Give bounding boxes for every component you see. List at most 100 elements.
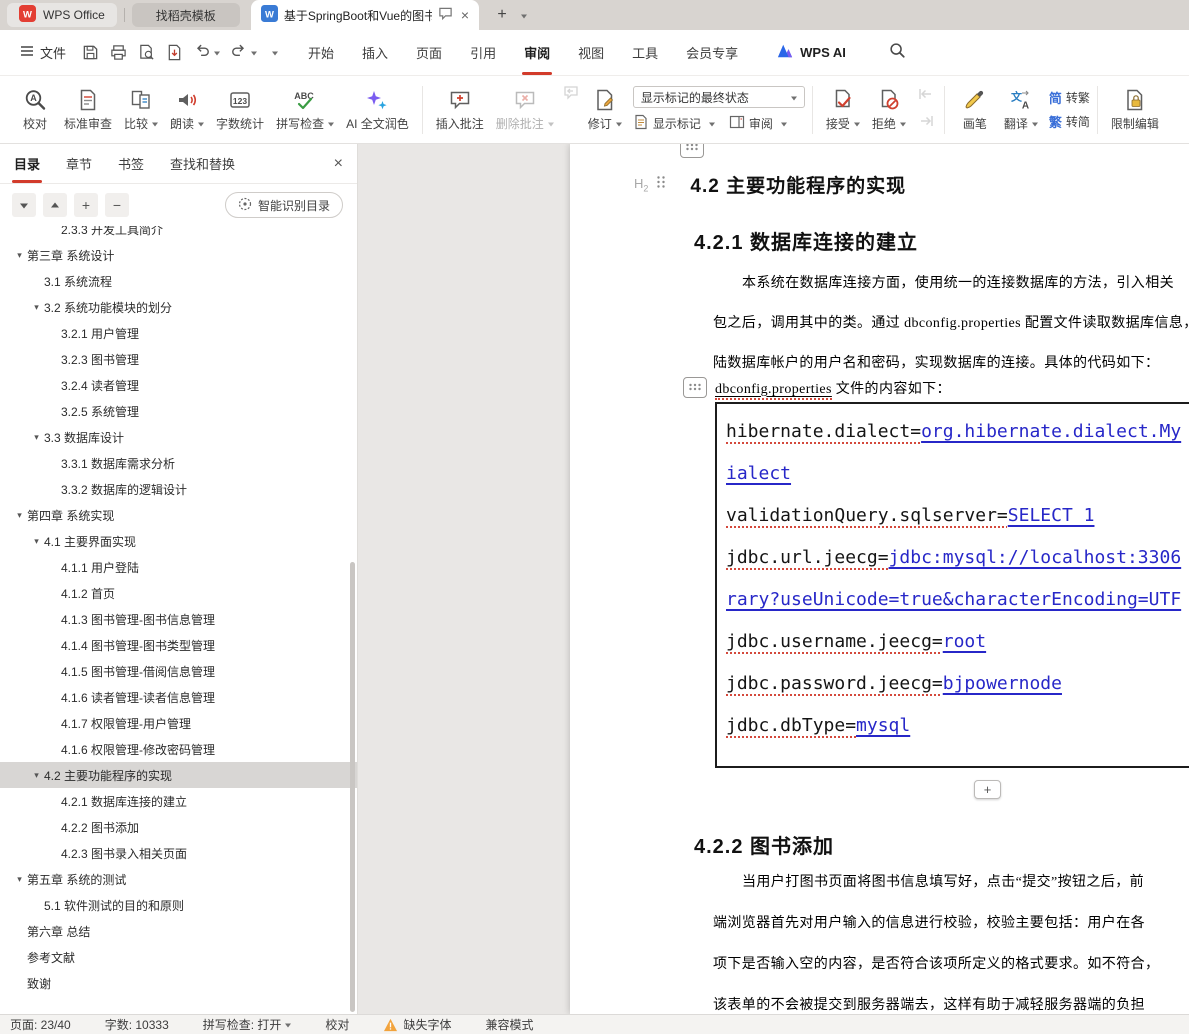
outline-item[interactable]: ▾ 4.1 主要界面实现 [0,528,357,554]
restrict-editing-button[interactable]: 限制编辑 [1105,85,1165,135]
to-traditional-button[interactable]: 简 转繁 [1049,88,1090,107]
reject-change-button[interactable]: 拒绝 [866,85,912,135]
document-page[interactable]: H2 4.2 主要功能程序的实现 4.2.1 数据库连接的建立 本系统在数据库连… [570,144,1189,1014]
compatibility-mode-indicator[interactable]: 兼容模式 [485,1016,533,1033]
add-block-button[interactable]: + [974,780,1001,799]
word-count-indicator[interactable]: 字数: 10333 [105,1016,169,1033]
expand-all-button[interactable] [43,193,67,217]
menu-tab-引用[interactable]: 引用 [456,30,510,75]
document-tab[interactable]: W 基于SpringBoot和Vue的图书管理系统 × [250,0,479,30]
outline-item[interactable]: 3.3.1 数据库需求分析 [0,450,357,476]
expand-arrow-icon[interactable]: ▾ [29,770,44,781]
export-pdf-icon[interactable] [166,44,183,61]
page-indicator[interactable]: 页面: 23/40 [10,1016,71,1033]
save-icon[interactable] [82,44,99,61]
outline-item[interactable]: 2.3.3 开发工具简介 [0,226,357,242]
zoom-out-outline-button[interactable]: − [105,193,129,217]
outline-item[interactable]: 4.1.2 首页 [0,580,357,606]
close-sidebar-icon[interactable]: × [334,155,343,173]
outline-item[interactable]: 4.1.4 图书管理-图书类型管理 [0,632,357,658]
docer-template-tab[interactable]: 找稻壳模板 [131,3,240,27]
redo-button[interactable] [231,42,258,63]
outline-item[interactable]: 3.1 系统流程 [0,268,357,294]
wps-ai-button[interactable]: WPS AI [776,43,846,62]
code-link-text[interactable]: jdbc:mysql://localhost:3306 [889,547,1182,568]
spell-check-button[interactable]: ABC 拼写检查 [270,85,340,135]
next-change-button[interactable] [915,112,937,134]
block-drag-handle[interactable] [680,144,704,158]
spell-check-status[interactable]: 拼写检查: 打开 [203,1016,292,1033]
undo-button[interactable] [194,42,221,63]
sidebar-scrollbar[interactable] [350,562,355,1012]
wps-office-home-tab[interactable]: W WPS Office [7,3,117,27]
pen-button[interactable]: 画笔 [952,85,998,135]
outline-item[interactable]: ▾ 第三章 系统设计 [0,242,357,268]
file-menu-button[interactable]: 文件 [14,43,72,62]
outline-item[interactable]: ▾ 4.2 主要功能程序的实现 [0,762,357,788]
close-tab-icon[interactable]: × [461,7,469,23]
proofread-button[interactable]: A 校对 [12,85,58,135]
compare-button[interactable]: 比较 [118,85,164,135]
outline-item[interactable]: 4.1.5 图书管理-借阅信息管理 [0,658,357,684]
new-tab-button[interactable]: + [491,6,513,24]
outline-item[interactable]: 参考文献 [0,944,357,970]
previous-change-button[interactable] [915,85,937,107]
expand-arrow-icon[interactable]: ▾ [12,874,27,885]
track-changes-button[interactable]: 修订 [582,85,628,135]
show-markup-button[interactable]: 显示标记 [633,114,715,133]
display-markup-state-select[interactable]: 显示标记的最终状态 [632,86,805,108]
outline-item[interactable]: 致谢 [0,970,357,996]
accept-change-button[interactable]: 接受 [820,85,866,135]
outline-item[interactable]: 4.2.2 图书添加 [0,814,357,840]
proofread-status[interactable]: 校对 [325,1016,349,1033]
missing-font-warning[interactable]: 缺失字体 [383,1016,451,1033]
collapse-all-button[interactable] [12,193,36,217]
code-link-text[interactable]: root [943,631,986,652]
menu-tab-开始[interactable]: 开始 [294,30,348,75]
outline-item[interactable]: 4.1.6 读者管理-读者信息管理 [0,684,357,710]
code-link-text[interactable]: SELECT 1 [1008,505,1095,526]
expand-arrow-icon[interactable]: ▾ [29,536,44,547]
menu-tab-插入[interactable]: 插入 [348,30,402,75]
outline-item[interactable]: 第六章 总结 [0,918,357,944]
outline-item[interactable]: 3.2.3 图书管理 [0,346,357,372]
code-link-text[interactable]: rary?useUnicode=true&characterEncoding=U… [726,589,1181,610]
menu-tab-工具[interactable]: 工具 [618,30,672,75]
outline-item[interactable]: 3.2.5 系统管理 [0,398,357,424]
comment-bubble-icon[interactable] [438,6,453,24]
code-link-text[interactable]: ialect [726,463,791,484]
previous-comment-button[interactable] [560,84,582,106]
ai-polish-button[interactable]: AI 全文润色 [340,85,415,135]
outline-item[interactable]: 5.1 软件测试的目的和原则 [0,892,357,918]
insert-comment-button[interactable]: 插入批注 [430,85,490,135]
sidebar-tab-目录[interactable]: 目录 [11,144,43,183]
code-link-text[interactable]: bjpowernode [943,673,1062,694]
sidebar-tab-书签[interactable]: 书签 [118,144,144,183]
read-aloud-button[interactable]: 朗读 [164,85,210,135]
smart-recognize-toc-button[interactable]: 智能识别目录 [224,192,343,218]
outline-item[interactable]: 4.2.3 图书录入相关页面 [0,840,357,866]
outline-item[interactable]: 4.1.7 权限管理-用户管理 [0,710,357,736]
word-count-button[interactable]: 123 字数统计 [210,85,270,135]
outline-item[interactable]: ▾ 3.2 系统功能模块的划分 [0,294,357,320]
zoom-in-outline-button[interactable]: + [74,193,98,217]
expand-arrow-icon[interactable]: ▾ [29,432,44,443]
outline-item[interactable]: 3.2.1 用户管理 [0,320,357,346]
code-link-text[interactable]: mysql [856,715,910,736]
outline-item[interactable]: ▾ 第四章 系统实现 [0,502,357,528]
menu-tab-会员专享[interactable]: 会员专享 [672,30,752,75]
outline-item[interactable]: ▾ 3.3 数据库设计 [0,424,357,450]
review-pane-button[interactable]: 审阅 [729,114,787,133]
outline-item[interactable]: ▾ 第五章 系统的测试 [0,866,357,892]
block-drag-handle[interactable] [683,377,707,398]
menu-tab-审阅[interactable]: 审阅 [510,30,564,75]
menu-tab-页面[interactable]: 页面 [402,30,456,75]
expand-arrow-icon[interactable]: ▾ [12,510,27,521]
standard-review-button[interactable]: 标准审查 [58,85,118,135]
heading-drag-handle[interactable] [656,175,666,194]
expand-arrow-icon[interactable]: ▾ [12,250,27,261]
to-simplified-button[interactable]: 繁 转简 [1049,112,1090,131]
expand-arrow-icon[interactable]: ▾ [29,302,44,313]
menu-tab-视图[interactable]: 视图 [564,30,618,75]
outline-item[interactable]: 4.1.1 用户登陆 [0,554,357,580]
